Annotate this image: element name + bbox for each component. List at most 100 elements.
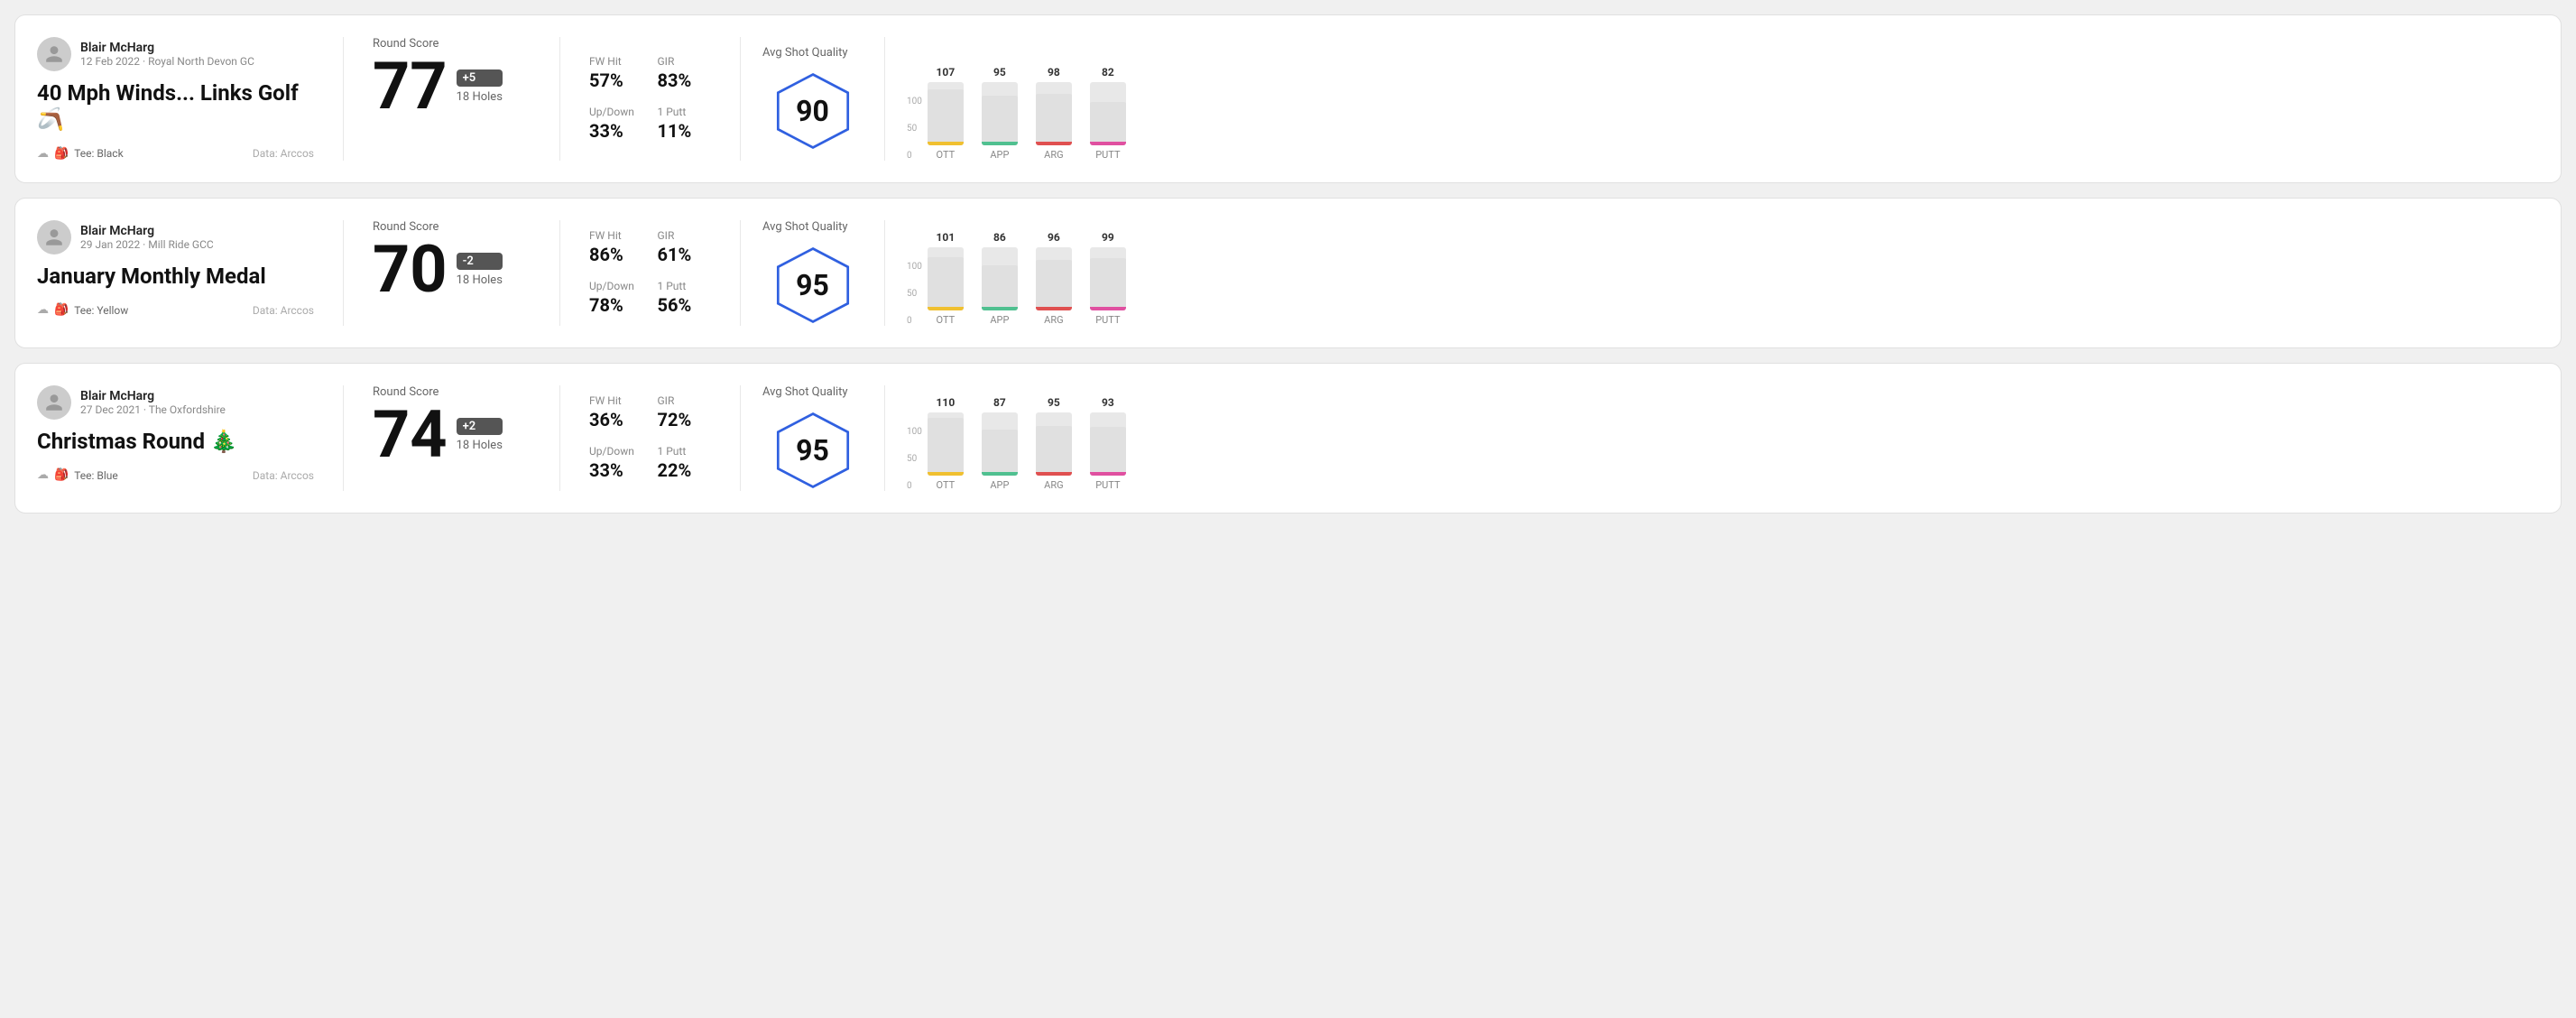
quality-score: 90 xyxy=(796,94,829,128)
updown-stat: Up/Down 78% xyxy=(589,280,643,316)
score-holes: 18 Holes xyxy=(457,439,503,452)
user-row: Blair McHarg 27 Dec 2021 · The Oxfordshi… xyxy=(37,385,314,420)
left-section-round-1: Blair McHarg 12 Feb 2022 · Royal North D… xyxy=(37,37,344,161)
user-icon xyxy=(44,227,64,247)
quality-section: Avg Shot Quality 95 xyxy=(741,220,885,326)
hexagon-container: 95 xyxy=(772,410,854,491)
bag-icon: 🎒 xyxy=(54,468,69,482)
bottom-row: ☁ 🎒 Tee: Blue Data: Arccos xyxy=(37,468,314,482)
fw-hit-label: FW Hit xyxy=(589,394,643,407)
oneputt-label: 1 Putt xyxy=(658,280,712,292)
gir-label: GIR xyxy=(658,394,712,407)
y-label-0: 0 xyxy=(907,317,922,326)
left-section-round-3: Blair McHarg 27 Dec 2021 · The Oxfordshi… xyxy=(37,385,344,491)
gir-label: GIR xyxy=(658,55,712,68)
bar-value-ott: 107 xyxy=(937,66,956,79)
big-score: 74 xyxy=(373,403,448,467)
fw-hit-value: 86% xyxy=(589,244,643,265)
x-label-putt: PUTT xyxy=(1090,149,1126,161)
round-title: Christmas Round 🎄 xyxy=(37,429,314,455)
user-name: Blair McHarg xyxy=(80,41,254,55)
stats-grid: FW Hit 36% GIR 72% Up/Down 33% 1 Putt 22… xyxy=(589,394,711,481)
hexagon-container: 95 xyxy=(772,245,854,326)
chart-area: 100 50 0 101 xyxy=(907,227,2517,326)
bar-wrapper xyxy=(1090,82,1126,145)
oneputt-stat: 1 Putt 11% xyxy=(658,106,712,142)
bars-container: 110 87 xyxy=(928,412,1126,491)
avatar xyxy=(37,385,71,420)
bar-value-ott: 110 xyxy=(937,396,956,409)
bar-group-ott: 110 xyxy=(928,396,964,476)
big-score: 77 xyxy=(373,54,448,119)
oneputt-value: 11% xyxy=(658,120,712,142)
score-row: 77 +5 18 Holes xyxy=(373,54,531,119)
bars-container: 101 86 xyxy=(928,247,1126,326)
round-title: 40 Mph Winds... Links Golf 🪃 xyxy=(37,80,314,133)
bag-icon: 🎒 xyxy=(54,147,69,161)
gir-value: 72% xyxy=(658,409,712,430)
bottom-row: ☁ 🎒 Tee: Black Data: Arccos xyxy=(37,147,314,161)
avatar xyxy=(37,37,71,71)
user-date-course: 12 Feb 2022 · Royal North Devon GC xyxy=(80,55,254,68)
updown-label: Up/Down xyxy=(589,106,643,118)
fw-hit-value: 57% xyxy=(589,69,643,91)
bar-wrapper xyxy=(982,247,1018,310)
quality-score: 95 xyxy=(796,268,829,302)
oneputt-stat: 1 Putt 22% xyxy=(658,445,712,481)
score-row: 70 -2 18 Holes xyxy=(373,237,531,302)
gir-stat: GIR 83% xyxy=(658,55,712,91)
tee-label: Tee: Black xyxy=(74,147,123,160)
x-label-putt: PUTT xyxy=(1090,314,1126,326)
bar-accent xyxy=(928,472,964,476)
score-detail: +5 18 Holes xyxy=(457,69,503,104)
big-score: 70 xyxy=(373,237,448,302)
bar-wrapper xyxy=(928,412,964,476)
data-source: Data: Arccos xyxy=(253,304,314,317)
stats-section: FW Hit 86% GIR 61% Up/Down 78% 1 Putt 56… xyxy=(560,220,741,326)
chart-section: 100 50 0 110 xyxy=(885,385,2539,491)
hexagon-container: 90 xyxy=(772,70,854,152)
user-info: Blair McHarg 12 Feb 2022 · Royal North D… xyxy=(80,41,254,68)
score-detail: -2 18 Holes xyxy=(457,253,503,287)
user-icon xyxy=(44,44,64,64)
bar-accent xyxy=(928,142,964,145)
y-axis: 100 50 0 xyxy=(907,97,922,161)
x-label-putt: PUTT xyxy=(1090,479,1126,491)
bar-wrapper xyxy=(1090,412,1126,476)
bars-row: 107 95 xyxy=(928,82,1126,145)
score-section: Round Score 74 +2 18 Holes xyxy=(344,385,560,491)
bar-group-app: 95 xyxy=(982,66,1018,145)
y-label-100: 100 xyxy=(907,428,922,437)
score-holes: 18 Holes xyxy=(457,90,503,104)
bar-wrapper xyxy=(1036,247,1072,310)
tee-info: ☁ 🎒 Tee: Black xyxy=(37,147,124,161)
chart-section: 100 50 0 101 xyxy=(885,220,2539,326)
x-label-arg: ARG xyxy=(1036,149,1072,161)
fw-hit-stat: FW Hit 57% xyxy=(589,55,643,91)
bar-wrapper xyxy=(1090,247,1126,310)
bar-wrapper xyxy=(928,82,964,145)
bar-accent xyxy=(1036,472,1072,476)
y-label-50: 50 xyxy=(907,455,922,464)
bar-value-arg: 98 xyxy=(1048,66,1060,79)
fw-hit-label: FW Hit xyxy=(589,229,643,242)
updown-stat: Up/Down 33% xyxy=(589,445,643,481)
bar-accent xyxy=(982,472,1018,476)
fw-hit-stat: FW Hit 36% xyxy=(589,394,643,430)
y-label-50: 50 xyxy=(907,290,922,299)
x-label-app: APP xyxy=(982,149,1018,161)
gir-label: GIR xyxy=(658,229,712,242)
updown-label: Up/Down xyxy=(589,445,643,458)
y-label-100: 100 xyxy=(907,97,922,106)
bar-wrapper xyxy=(1036,82,1072,145)
bar-group-ott: 101 xyxy=(928,231,964,310)
score-section: Round Score 77 +5 18 Holes xyxy=(344,37,560,161)
user-name: Blair McHarg xyxy=(80,224,214,238)
bar-value-arg: 95 xyxy=(1048,396,1060,409)
bar-value-arg: 96 xyxy=(1048,231,1060,244)
oneputt-stat: 1 Putt 56% xyxy=(658,280,712,316)
bar-value-ott: 101 xyxy=(937,231,956,244)
round-card-round-2: Blair McHarg 29 Jan 2022 · Mill Ride GCC… xyxy=(14,198,2562,348)
bag-icon: 🎒 xyxy=(54,303,69,317)
bar-group-app: 87 xyxy=(982,396,1018,476)
